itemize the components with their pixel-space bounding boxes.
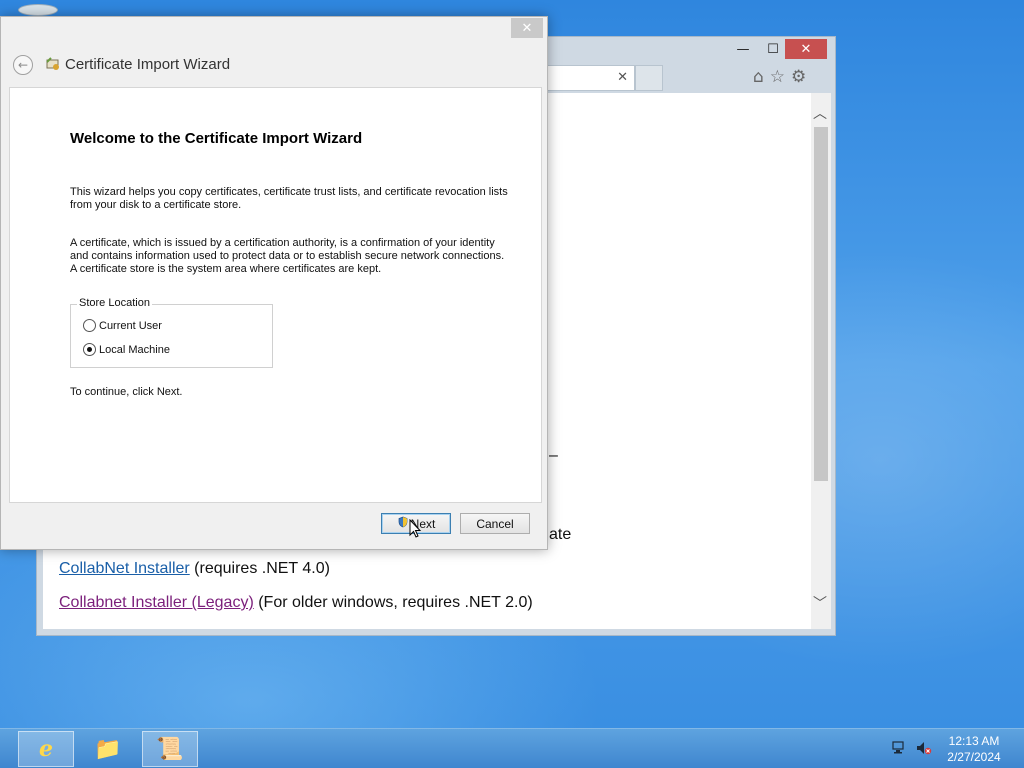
new-tab-button[interactable] <box>635 65 663 91</box>
close-button[interactable]: ✕ <box>785 39 827 59</box>
internet-explorer-icon: e <box>39 736 53 762</box>
list-item: Collabnet Installer (Legacy) (For older … <box>59 594 533 612</box>
recycle-bin-icon[interactable] <box>18 4 58 16</box>
wizard-description: This wizard helps you copy certificates,… <box>70 186 508 211</box>
network-icon[interactable] <box>891 741 907 759</box>
cancel-button[interactable]: Cancel <box>460 513 530 534</box>
home-icon[interactable]: ⌂ <box>753 67 764 87</box>
clock-date: 2/27/2024 <box>947 750 1001 764</box>
mouse-cursor-icon <box>409 519 422 538</box>
folder-icon: 📁 <box>94 736 122 762</box>
internet-explorer-taskbar-button[interactable]: e <box>18 731 74 767</box>
clock-time: 12:13 AM <box>948 734 1000 748</box>
wizard-certificate-info: A certificate, which is issued by a cert… <box>70 237 505 275</box>
radio-local-machine[interactable]: Local Machine <box>83 343 170 356</box>
gear-icon[interactable]: ⚙ <box>791 67 806 87</box>
link-note: (requires .NET 4.0) <box>189 560 330 577</box>
favorites-icon[interactable]: ☆ <box>770 67 785 87</box>
vertical-scrollbar[interactable]: ︿ ﹀ <box>811 93 831 629</box>
taskbar: e 📁 📜 12:13 AM 2/27/2024 <box>0 728 1024 768</box>
certificate-icon: 📜 <box>156 736 184 762</box>
link-note: (For older windows, requires .NET 2.0) <box>253 594 533 611</box>
maximize-button[interactable]: ☐ <box>759 39 787 59</box>
store-location-legend: Store Location <box>77 297 152 309</box>
uac-shield-icon <box>397 516 409 531</box>
system-clock[interactable]: 12:13 AM 2/27/2024 <box>944 733 1004 765</box>
continue-text: To continue, click Next. <box>70 386 183 398</box>
certificate-wizard-taskbar-button[interactable]: 📜 <box>142 731 198 767</box>
radio-button[interactable] <box>83 319 96 332</box>
back-arrow-icon[interactable]: ← <box>13 55 33 75</box>
close-button[interactable]: ✕ <box>511 18 543 38</box>
collabnet-legacy-installer-link[interactable]: Collabnet Installer (Legacy) <box>59 594 254 611</box>
wizard-footer: Next Cancel <box>1 503 547 549</box>
list-item: CollabNet Installer (requires .NET 4.0) <box>59 560 330 578</box>
tab-close-icon[interactable]: ✕ <box>617 70 628 85</box>
page-text-fragment: ate <box>549 526 572 543</box>
certificate-import-wizard: ✕ ← Certificate Import Wizard Welcome to… <box>0 16 548 550</box>
collabnet-installer-link[interactable]: CollabNet Installer <box>59 560 190 577</box>
wizard-title: Certificate Import Wizard <box>65 56 231 73</box>
radio-label: Current User <box>99 319 162 332</box>
radio-current-user[interactable]: Current User <box>83 319 162 332</box>
scroll-down-icon[interactable]: ﹀ <box>813 593 827 613</box>
store-location-group: Store Location Current User Local Machin… <box>70 297 273 368</box>
browser-tab[interactable]: ✕ <box>547 65 635 91</box>
wizard-heading: Welcome to the Certificate Import Wizard <box>70 130 363 147</box>
minimize-button[interactable]: — <box>729 39 757 59</box>
scrollbar-thumb[interactable] <box>814 127 828 481</box>
file-explorer-taskbar-button[interactable]: 📁 <box>80 731 136 767</box>
page-text-fragment: – <box>549 447 558 464</box>
certificate-icon <box>45 56 61 76</box>
wizard-body: Welcome to the Certificate Import Wizard… <box>9 87 542 503</box>
ie-toolbar-icons: ⌂ ☆ ⚙ <box>753 67 806 87</box>
radio-button[interactable] <box>83 343 96 356</box>
scroll-up-icon[interactable]: ︿ <box>813 103 827 123</box>
radio-label: Local Machine <box>99 343 170 356</box>
volume-muted-icon[interactable] <box>915 741 933 759</box>
